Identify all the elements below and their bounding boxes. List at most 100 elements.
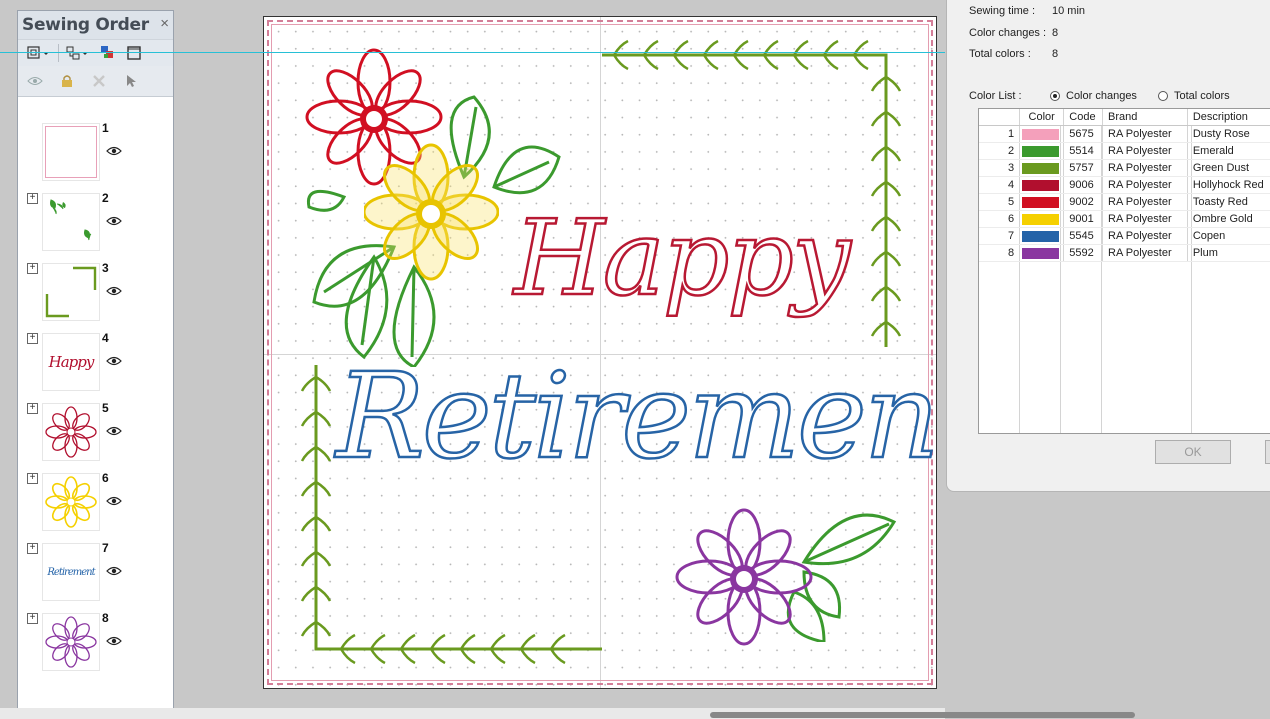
item-number: 2 — [102, 191, 109, 205]
expand-icon[interactable]: + — [27, 403, 38, 414]
ok-button[interactable]: OK — [1155, 440, 1231, 464]
row-index: 7 — [979, 227, 1021, 245]
happy-thumb: Happy — [48, 353, 95, 371]
color-list-table: Color Code Brand Description 1 5675 RA Pol… — [978, 108, 1270, 434]
header-brand[interactable]: Brand — [1102, 109, 1188, 126]
row-brand: RA Polyester — [1102, 142, 1188, 160]
color-swatch — [1022, 230, 1060, 242]
color-swatch — [1022, 213, 1060, 225]
radio-total-colors[interactable]: Total colors — [1158, 90, 1230, 102]
row-index: 4 — [979, 176, 1021, 194]
purple-flower[interactable] — [674, 507, 814, 647]
color-swatch — [1022, 128, 1060, 140]
sewing-item-4[interactable]: + Happy 4 — [18, 331, 173, 403]
color-swatch-cell — [1019, 176, 1065, 194]
item-thumbnail[interactable] — [42, 193, 100, 251]
color-sort-icon — [101, 46, 113, 58]
happy-text[interactable]: Happy — [513, 196, 852, 321]
expand-icon[interactable]: + — [27, 543, 38, 554]
expand-icon[interactable]: + — [27, 263, 38, 274]
row-brand: RA Polyester — [1102, 227, 1188, 245]
row-description: Emerald — [1187, 142, 1270, 160]
table-row[interactable]: 3 5757 RA Polyester Green Dust — [979, 159, 1270, 177]
sewing-item-2[interactable]: + 2 — [18, 191, 173, 263]
sewing-info-dialog: Sewing time : 10 min Color changes : 8 T… — [946, 0, 1270, 492]
eye-icon[interactable] — [106, 355, 122, 367]
cancel-button[interactable] — [1265, 440, 1270, 464]
frame-thumb — [45, 126, 97, 178]
header-description[interactable]: Description — [1187, 109, 1270, 126]
show-button[interactable] — [24, 71, 46, 91]
row-code: 5545 — [1063, 227, 1104, 245]
row-index: 1 — [979, 125, 1021, 143]
item-thumbnail[interactable] — [42, 123, 100, 181]
color-sort-button[interactable] — [97, 43, 119, 63]
frame-view-icon — [27, 46, 49, 59]
select-button[interactable] — [120, 71, 142, 91]
retirement-thumb: Retirement — [47, 566, 95, 578]
eye-icon[interactable] — [106, 145, 122, 157]
expand-icon[interactable]: + — [27, 613, 38, 624]
eye-icon[interactable] — [106, 495, 122, 507]
sewing-item-5[interactable]: + 5 — [18, 401, 173, 473]
eye-icon[interactable] — [106, 425, 122, 437]
toolbar-bottom — [18, 66, 173, 97]
design-canvas[interactable]: Happy Retirement — [263, 16, 937, 689]
row-index: 5 — [979, 193, 1021, 211]
sewing-item-7[interactable]: + Retirement 7 — [18, 541, 173, 613]
table-row[interactable]: 6 9001 RA Polyester Ombre Gold — [979, 210, 1270, 228]
cyan-guide-line — [0, 52, 945, 53]
item-thumbnail[interactable]: Happy — [42, 333, 100, 391]
eye-icon[interactable] — [106, 285, 122, 297]
eye-icon[interactable] — [106, 565, 122, 577]
sewing-item-3[interactable]: + 3 — [18, 261, 173, 333]
row-code: 9001 — [1063, 210, 1104, 228]
item-number: 6 — [102, 471, 109, 485]
close-icon[interactable]: × — [160, 15, 169, 32]
expand-icon[interactable]: + — [27, 193, 38, 204]
fit-button[interactable] — [123, 43, 145, 63]
sewing-item-6[interactable]: + 6 — [18, 471, 173, 543]
sewing-time-value: 10 min — [1052, 5, 1086, 17]
item-number: 7 — [102, 541, 109, 555]
row-description: Plum — [1187, 244, 1270, 262]
yellow-flower[interactable] — [364, 142, 499, 287]
table-row[interactable]: 8 5592 RA Polyester Plum — [979, 244, 1270, 262]
radio-total-colors-label: Total colors — [1174, 90, 1230, 102]
expand-icon[interactable]: + — [27, 333, 38, 344]
view-frame-button[interactable] — [24, 43, 54, 63]
row-code: 5757 — [1063, 159, 1104, 177]
row-index: 2 — [979, 142, 1021, 160]
group-order-button[interactable] — [63, 43, 93, 63]
total-colors-value: 8 — [1052, 48, 1059, 60]
item-thumbnail[interactable] — [42, 403, 100, 461]
item-thumbnail[interactable] — [42, 473, 100, 531]
item-thumbnail[interactable]: Retirement — [42, 543, 100, 601]
eye-icon[interactable] — [106, 635, 122, 647]
lock-button[interactable] — [56, 71, 78, 91]
color-changes-row: Color changes : 8 — [969, 27, 1058, 39]
item-thumbnail[interactable] — [42, 263, 100, 321]
sewing-item-1[interactable]: 1 — [18, 121, 173, 193]
retirement-text[interactable]: Retirement — [335, 346, 936, 487]
radio-color-changes[interactable]: Color changes — [1050, 90, 1137, 102]
header-code[interactable]: Code — [1063, 109, 1104, 126]
table-row[interactable]: 7 5545 RA Polyester Copen — [979, 227, 1270, 245]
table-row[interactable]: 2 5514 RA Polyester Emerald — [979, 142, 1270, 160]
item-thumbnail[interactable] — [42, 613, 100, 671]
table-row[interactable]: 1 5675 RA Polyester Dusty Rose — [979, 125, 1270, 143]
expand-icon[interactable]: + — [27, 473, 38, 484]
color-swatch-cell — [1019, 193, 1065, 211]
horizontal-scrollbar-thumb[interactable] — [710, 712, 1135, 718]
sewing-item-8[interactable]: + 8 — [18, 611, 173, 683]
table-row[interactable]: 4 9006 RA Polyester Hollyhock Red — [979, 176, 1270, 194]
radio-color-changes-label: Color changes — [1066, 90, 1137, 102]
item-number: 4 — [102, 331, 109, 345]
row-code: 5675 — [1063, 125, 1104, 143]
delete-button[interactable] — [88, 71, 110, 91]
header-color[interactable]: Color — [1019, 109, 1065, 126]
eye-icon[interactable] — [106, 215, 122, 227]
item-number: 5 — [102, 401, 109, 415]
sewing-order-panel: Sewing Order × 1 + 2 + 3 + Happy 4 + 5 +… — [17, 10, 174, 710]
table-row[interactable]: 5 9002 RA Polyester Toasty Red — [979, 193, 1270, 211]
